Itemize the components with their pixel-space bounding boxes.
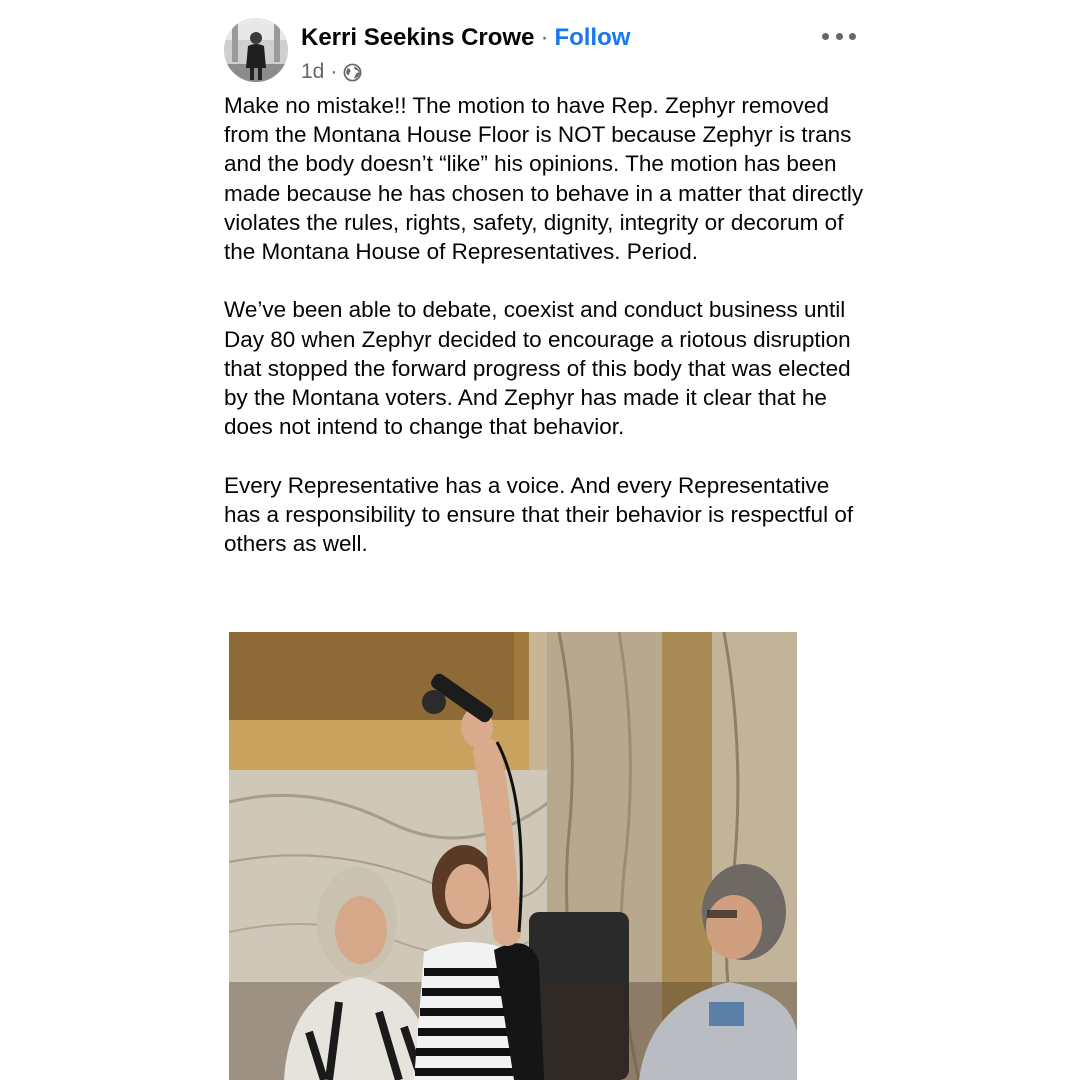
more-dot [822, 32, 829, 40]
follow-button[interactable]: Follow [554, 24, 630, 51]
meta-separator: · [330, 60, 338, 83]
author-name[interactable]: Kerri Seekins Crowe [301, 24, 534, 51]
post-meta: 1d · [301, 58, 362, 86]
globe-icon[interactable] [343, 63, 362, 82]
post-photo[interactable] [229, 632, 797, 1080]
author-separator: · [540, 24, 549, 51]
post-text: Make no mistake!! The motion to have Rep… [224, 91, 864, 558]
facebook-post: Kerri Seekins Crowe · Follow 1d · Make no … [0, 0, 1080, 1080]
author-line: Kerri Seekins Crowe · Follow [301, 22, 630, 54]
more-options-icon[interactable] [822, 28, 856, 44]
author-avatar[interactable] [224, 18, 288, 82]
more-dot [849, 32, 856, 40]
post-paragraph: Make no mistake!! The motion to have Rep… [224, 93, 864, 265]
post-paragraph: Every Representative has a voice. And ev… [224, 472, 854, 557]
post-timestamp[interactable]: 1d [301, 58, 324, 86]
avatar-image [224, 18, 288, 82]
more-dot [835, 32, 843, 40]
post-paragraph: We’ve been able to debate, coexist and c… [224, 297, 851, 440]
photo-illustration [229, 632, 797, 1080]
